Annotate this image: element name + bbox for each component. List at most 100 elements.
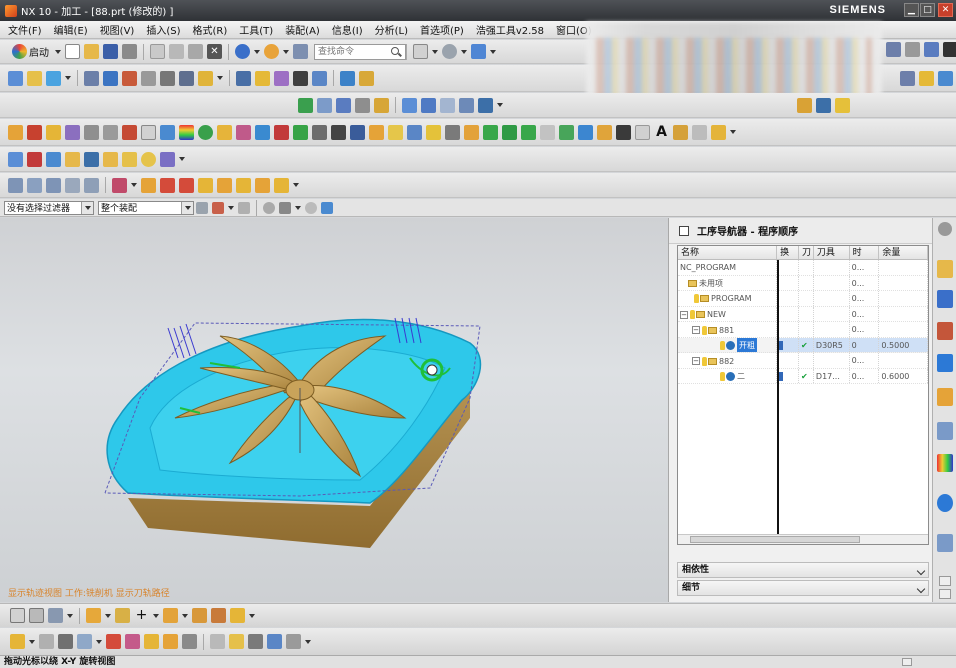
select-set-icon[interactable] (48, 608, 63, 623)
extrude-icon[interactable] (46, 124, 61, 140)
create-dropdown-icon[interactable] (65, 76, 71, 80)
emboss-icon[interactable] (673, 124, 688, 140)
tree-row-roughing-selected[interactable]: 开粗 ✔ D30R5 0 0.5000 (678, 337, 928, 353)
point-snap-icon[interactable] (263, 201, 275, 214)
sphere-icon[interactable] (198, 124, 213, 140)
orient-dropdown-icon[interactable] (461, 49, 467, 54)
layout-icon[interactable] (924, 42, 939, 57)
pattern-icon[interactable] (312, 124, 327, 140)
analysis-icon[interactable] (179, 124, 194, 140)
delete-icon[interactable]: ✕ (207, 44, 222, 59)
boolean-icon[interactable] (141, 124, 156, 140)
general-select-icon[interactable] (212, 201, 224, 214)
box-dropdown-icon[interactable] (249, 613, 255, 618)
create-tool-icon[interactable] (27, 70, 42, 86)
move-face-icon[interactable] (369, 124, 384, 140)
wrap-icon[interactable] (692, 124, 707, 140)
level-dropdown-icon[interactable] (293, 183, 299, 187)
level-6-icon[interactable] (274, 177, 289, 193)
line-icon[interactable] (540, 124, 555, 140)
machine-sim-icon[interactable] (141, 70, 156, 86)
program-list-icon[interactable] (160, 151, 175, 167)
close-button[interactable]: ✕ (938, 3, 953, 17)
assembly-navigator-icon[interactable] (937, 260, 953, 278)
reuse-library-icon[interactable] (937, 422, 953, 440)
menu-preferences[interactable]: 首选项(P) (414, 22, 470, 37)
measure-distance-icon[interactable] (106, 634, 121, 649)
select-chain-icon[interactable] (29, 608, 44, 623)
level-1-icon[interactable] (141, 177, 156, 193)
menu-haoqiang-tools[interactable]: 浩强工具v2.58 (470, 22, 550, 37)
calculator-icon[interactable] (122, 151, 137, 167)
menu-assembly[interactable]: 装配(A) (279, 22, 326, 37)
box-tool-icon[interactable] (230, 608, 245, 623)
delete-toolpath-icon[interactable] (160, 70, 175, 86)
create-geometry-icon[interactable] (46, 70, 61, 86)
tree-row-program[interactable]: PROGRAM 0... (678, 291, 928, 307)
edit-display-icon[interactable] (77, 634, 92, 649)
tool-wizard-icon[interactable] (711, 124, 726, 140)
program-order-view-icon[interactable] (317, 97, 332, 113)
view-dropdown-icon[interactable] (432, 49, 438, 54)
menu-insert[interactable]: 插入(S) (140, 22, 186, 37)
hide-toolpath-icon[interactable] (421, 97, 436, 113)
grid-icon[interactable] (635, 124, 650, 140)
column-stock[interactable]: 余量 (879, 246, 928, 259)
toolpath-dropdown-icon[interactable] (497, 103, 503, 107)
open-icon[interactable] (65, 151, 80, 167)
csys-icon[interactable] (192, 608, 207, 623)
menu-edit[interactable]: 编辑(E) (48, 22, 94, 37)
text-icon[interactable]: A (654, 124, 669, 140)
snap-dropdown-icon[interactable] (295, 205, 301, 210)
tube-icon[interactable] (616, 124, 631, 140)
midpoint-snap-icon[interactable] (305, 201, 317, 214)
layer-settings-icon[interactable] (340, 70, 355, 86)
section-icon[interactable] (236, 70, 251, 86)
snap-icon[interactable] (238, 201, 250, 214)
replace-face-icon[interactable] (388, 124, 403, 140)
column-path[interactable]: 刀 (799, 246, 814, 259)
repeat-command-icon[interactable] (264, 44, 279, 59)
edit-object-icon[interactable] (478, 97, 493, 113)
wcs-icon[interactable] (86, 608, 101, 623)
operation-navigator-icon[interactable] (937, 354, 953, 372)
start-button[interactable]: 启动 (10, 44, 49, 59)
view-setting-icon[interactable] (816, 97, 831, 113)
layer-visibility-icon[interactable] (359, 70, 374, 86)
stack-1-icon[interactable] (8, 177, 23, 193)
snap-grid-icon[interactable] (182, 634, 197, 649)
paste-icon[interactable] (188, 44, 203, 59)
stack-3-icon[interactable] (46, 177, 61, 193)
menu-tools[interactable]: 工具(T) (233, 22, 279, 37)
move-object-icon[interactable] (10, 634, 25, 649)
check-gouge-icon[interactable] (274, 70, 289, 86)
box-icon[interactable] (597, 124, 612, 140)
arc-icon[interactable] (559, 124, 574, 140)
tree-row-second-op[interactable]: 二 ✔ D17... 0... 0.6000 (678, 368, 928, 384)
fit-view-icon[interactable] (413, 44, 428, 59)
render-dropdown-icon[interactable] (490, 49, 496, 54)
generate-toolpath-icon[interactable] (84, 70, 99, 86)
chamfer-icon[interactable] (217, 124, 232, 140)
level-2-icon[interactable] (198, 177, 213, 193)
moon-icon[interactable] (141, 151, 156, 167)
tree-row-unused[interactable]: 未用项 0... (678, 275, 928, 291)
rectangle-icon[interactable] (521, 124, 536, 140)
menu-view[interactable]: 视图(V) (94, 22, 141, 37)
tree-row-881[interactable]: − 881 0... (678, 322, 928, 338)
extract-icon[interactable] (407, 124, 422, 140)
save-icon[interactable] (103, 44, 118, 59)
shell-icon[interactable] (255, 124, 270, 140)
scope-filter-dropdown[interactable]: 整个装配 (98, 200, 194, 215)
level-3-icon[interactable] (217, 177, 232, 193)
menu-analysis[interactable]: 分析(L) (369, 22, 414, 37)
graphics-window[interactable]: 显示轨迹视图 工作:铣削机 显示刀轨路径 (0, 218, 668, 602)
sheet-icon[interactable] (578, 124, 593, 140)
wcs-dropdown-icon[interactable] (105, 613, 111, 618)
mirror-icon[interactable] (293, 124, 308, 140)
transform-icon[interactable] (312, 70, 327, 86)
selection-mode-icon[interactable] (886, 42, 901, 57)
gear-icon[interactable] (938, 222, 952, 236)
assembly-nav-icon[interactable] (900, 71, 915, 86)
open-folder-icon[interactable] (84, 44, 99, 59)
